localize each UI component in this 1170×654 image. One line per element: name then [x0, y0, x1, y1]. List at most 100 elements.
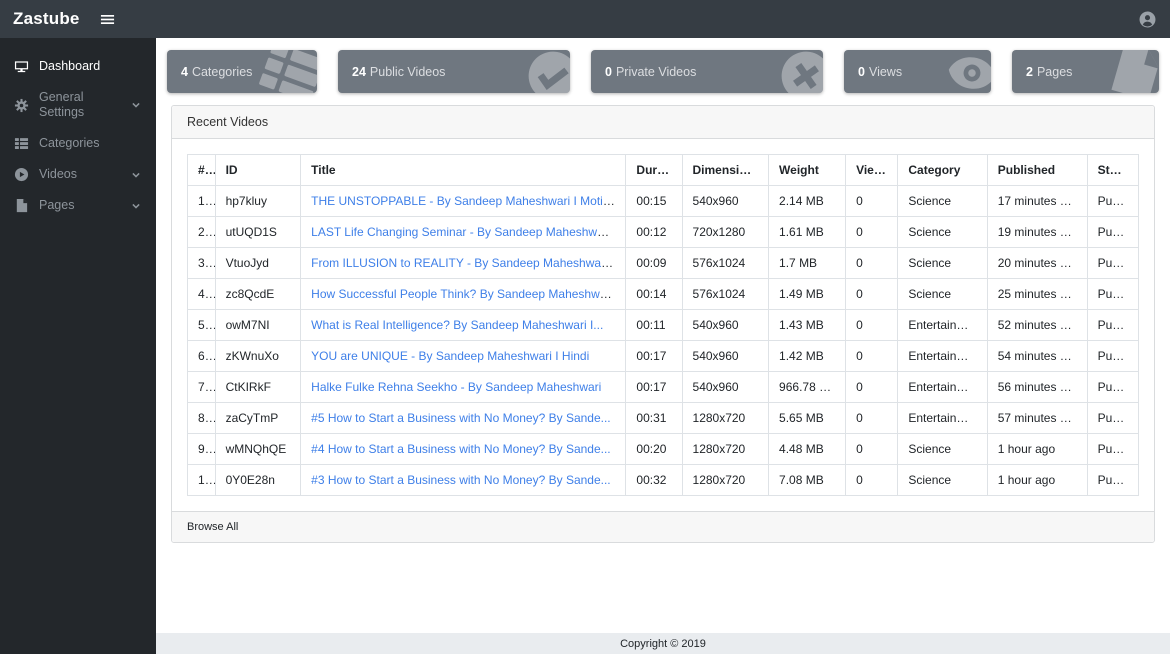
status-cell: Public — [1086, 433, 1140, 465]
published-cell: 19 minutes ago — [986, 216, 1088, 248]
published-cell: 56 minutes ago — [986, 371, 1088, 403]
category-cell: Science — [897, 464, 988, 496]
table-row: 4 zc8QcdE How Successful People Think? By … — [187, 278, 1140, 310]
video-title-link[interactable]: LAST Life Changing Seminar - By Sandeep … — [311, 225, 620, 239]
stat-label: Views — [868, 64, 903, 79]
categories-stat-card[interactable]: 4 Categories — [167, 50, 317, 93]
video-title-link[interactable]: From ILLUSION to REALITY - By Sandeep Ma… — [311, 256, 624, 270]
video-title-link[interactable]: Halke Fulke Rehna Seekho - By Sandeep Ma… — [311, 380, 601, 394]
row-index-cell: 8 — [187, 402, 216, 434]
table-row: 8 zaCyTmP #5 How to Start a Business with … — [187, 402, 1140, 434]
row-index-cell: 2 — [187, 216, 216, 248]
browse-all-link[interactable]: Browse All — [187, 521, 238, 533]
th-list-icon — [252, 50, 317, 93]
user-account-icon[interactable] — [1139, 11, 1156, 28]
video-title-link[interactable]: #3 How to Start a Business with No Money… — [311, 473, 610, 487]
status-cell: Public — [1086, 216, 1140, 248]
video-title-cell: How Successful People Think? By Sandeep … — [300, 278, 627, 310]
panel-footer: Browse All — [172, 511, 1154, 542]
col-header-published: Published — [986, 154, 1088, 186]
copyright-text: Copyright © 2019 — [620, 637, 706, 650]
table-row: 9 wMNQhQE #4 How to Start a Business with … — [187, 433, 1140, 465]
recent-videos-panel: Recent Videos # ID Title Duration Dimens… — [171, 105, 1155, 543]
weight-cell: 966.78 KB — [768, 371, 847, 403]
table-header-row: # ID Title Duration Dimensions Weight Vi… — [187, 154, 1140, 186]
video-title-link[interactable]: #4 How to Start a Business with No Money… — [311, 442, 610, 456]
check-circle-icon — [523, 50, 570, 93]
views-stat-card[interactable]: 0 Views — [844, 50, 991, 93]
dimensions-cell: 576x1024 — [681, 247, 770, 279]
play-circle-icon — [14, 167, 29, 182]
main-content: 4 Categories 24 Public Videos 0 Private … — [156, 38, 1170, 633]
hamburger-menu-icon[interactable] — [100, 12, 115, 27]
recent-videos-tbody: 1 hp7kluy THE UNSTOPPABLE - By Sandeep Mah… — [187, 185, 1140, 496]
sidebar-item-label: Pages — [39, 198, 75, 212]
video-title-cell: From ILLUSION to REALITY - By Sandeep Ma… — [300, 247, 627, 279]
video-title-cell: #5 How to Start a Business with No Money… — [300, 402, 627, 434]
video-id-cell: hp7kluy — [214, 185, 302, 217]
stat-label: Private Videos — [615, 64, 697, 79]
status-cell: Public — [1086, 247, 1140, 279]
private-videos-stat-card[interactable]: 0 Private Videos — [591, 50, 823, 93]
category-cell: Science — [897, 185, 988, 217]
video-title-link[interactable]: How Successful People Think? By Sandeep … — [311, 287, 623, 301]
sidebar: Dashboard General Settings Categories Vi… — [0, 38, 156, 654]
dimensions-cell: 720x1280 — [681, 216, 770, 248]
video-id-cell: zKWnuXo — [214, 340, 302, 372]
duration-cell: 00:14 — [625, 278, 683, 310]
table-row: 6 zKWnuXo YOU are UNIQUE - By Sandeep Mahe… — [187, 340, 1140, 372]
video-title-cell: LAST Life Changing Seminar - By Sandeep … — [300, 216, 627, 248]
stat-value: 24 — [352, 64, 366, 79]
duration-cell: 00:09 — [625, 247, 683, 279]
public-videos-stat-card[interactable]: 24 Public Videos — [338, 50, 570, 93]
eye-icon — [944, 50, 991, 93]
stats-cards-row: 4 Categories 24 Public Videos 0 Private … — [156, 38, 1170, 93]
video-title-link[interactable]: #5 How to Start a Business with No Money… — [311, 411, 610, 425]
weight-cell: 7.08 MB — [768, 464, 847, 496]
sidebar-item-pages[interactable]: Pages — [0, 190, 156, 221]
status-cell: Public — [1086, 402, 1140, 434]
published-cell: 20 minutes ago — [986, 247, 1088, 279]
published-cell: 17 minutes ago — [986, 185, 1088, 217]
views-cell: 0 — [845, 309, 899, 341]
weight-cell: 1.49 MB — [768, 278, 847, 310]
col-header-category: Category — [897, 154, 988, 186]
file-icon — [14, 198, 29, 213]
duration-cell: 00:17 — [625, 371, 683, 403]
dimensions-cell: 540x960 — [681, 340, 770, 372]
row-index-cell: 7 — [187, 371, 216, 403]
video-title-link[interactable]: THE UNSTOPPABLE - By Sandeep Maheshwari … — [311, 194, 625, 208]
video-title-cell: What is Real Intelligence? By Sandeep Ma… — [300, 309, 627, 341]
row-index-cell: 1 — [187, 185, 216, 217]
dimensions-cell: 540x960 — [681, 309, 770, 341]
sidebar-item-label: General Settings — [39, 90, 85, 119]
published-cell: 54 minutes ago — [986, 340, 1088, 372]
stat-label: Public Videos — [369, 64, 446, 79]
topbar: Zastube — [0, 0, 1170, 38]
video-title-link[interactable]: YOU are UNIQUE - By Sandeep Maheshwari I… — [311, 349, 589, 363]
stat-value: 0 — [858, 64, 865, 79]
video-id-cell: wMNQhQE — [214, 433, 302, 465]
pages-stat-card[interactable]: 2 Pages — [1012, 50, 1159, 93]
brand-logo[interactable]: Zastube — [0, 9, 80, 29]
cogs-icon — [14, 98, 29, 113]
sidebar-item-categories[interactable]: Categories — [0, 128, 156, 159]
status-cell: Public — [1086, 371, 1140, 403]
stat-value: 2 — [1026, 64, 1033, 79]
published-cell: 57 minutes ago — [986, 402, 1088, 434]
status-cell: Public — [1086, 464, 1140, 496]
row-index-cell: 5 — [187, 309, 216, 341]
status-cell: Public — [1086, 309, 1140, 341]
dimensions-cell: 1280x720 — [681, 402, 770, 434]
duration-cell: 00:11 — [625, 309, 683, 341]
views-cell: 0 — [845, 433, 899, 465]
table-row: 3 VtuoJyd From ILLUSION to REALITY - By Sa… — [187, 247, 1140, 279]
video-id-cell: 0Y0E28n — [214, 464, 302, 496]
status-cell: Public — [1086, 340, 1140, 372]
sidebar-item-dashboard[interactable]: Dashboard — [0, 51, 156, 82]
duration-cell: 00:20 — [625, 433, 683, 465]
video-title-link[interactable]: What is Real Intelligence? By Sandeep Ma… — [311, 318, 603, 332]
sidebar-item-videos[interactable]: Videos — [0, 159, 156, 190]
sidebar-item-general-settings[interactable]: General Settings — [0, 82, 156, 128]
times-circle-icon — [776, 50, 823, 93]
